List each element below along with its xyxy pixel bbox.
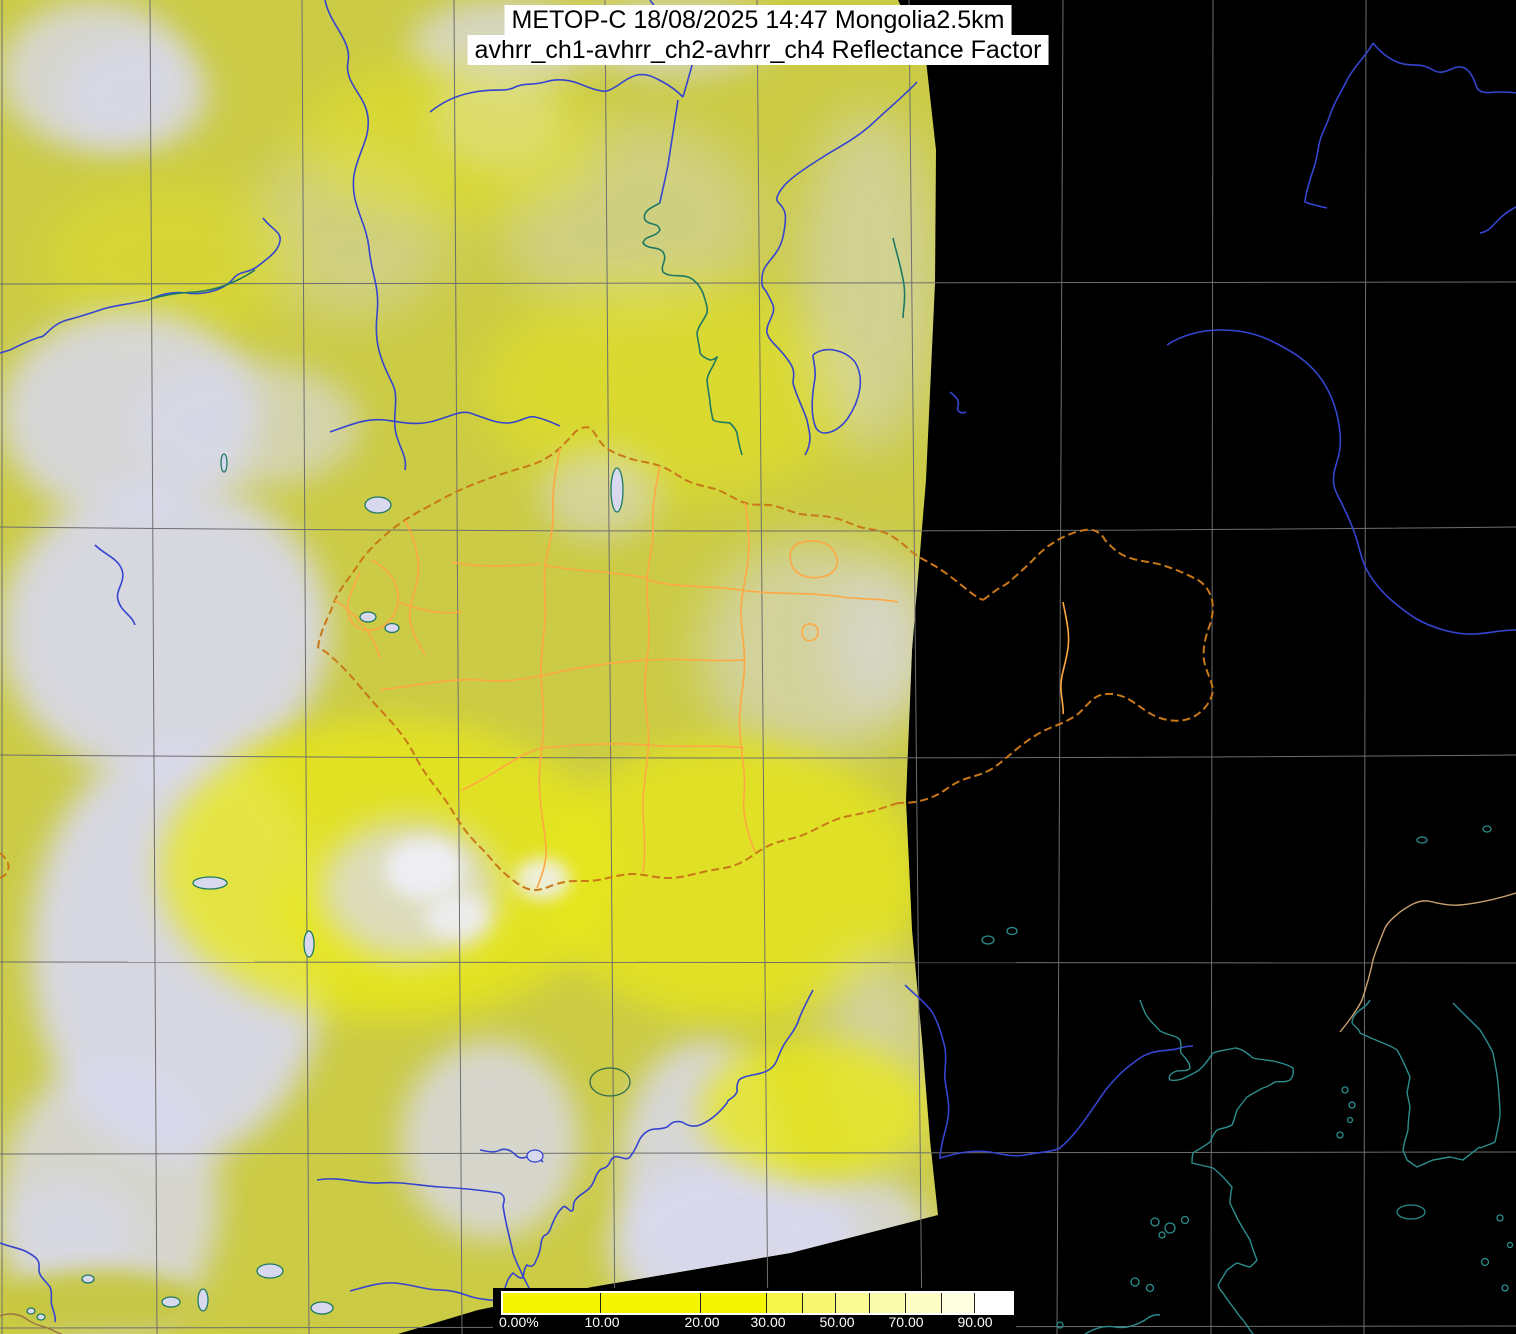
colorbar-label-0: 0.00% (499, 1314, 539, 1330)
borders-province (334, 447, 1070, 889)
colorbar-label-50: 50.00 (819, 1314, 855, 1330)
graticule-grid (0, 0, 1516, 1334)
coastlines-teal (1056, 999, 1514, 1334)
colorbar-label-30: 30.00 (750, 1314, 786, 1330)
colorbar-label-20: 20.00 (684, 1314, 720, 1330)
reflectance-colorbar: 0.00% 10.00 20.00 30.00 50.00 70.00 90.0… (493, 1288, 1016, 1334)
colorbar-label-10: 10.00 (584, 1314, 620, 1330)
image-title: METOP-C 18/08/2025 14:47 Mongolia2.5km a… (467, 5, 1049, 65)
border-tan-line (0, 892, 1516, 1334)
satellite-image-viewer: METOP-C 18/08/2025 14:47 Mongolia2.5km a… (0, 0, 1516, 1334)
map-overlay (0, 0, 1516, 1334)
title-line-2: avhrr_ch1-avhrr_ch2-avhrr_ch4 Reflectanc… (467, 35, 1049, 65)
colorbar-label-70: 70.00 (888, 1314, 924, 1330)
title-line-1: METOP-C 18/08/2025 14:47 Mongolia2.5km (504, 5, 1012, 35)
lakes (26, 453, 1492, 1321)
colorbar-gradient (501, 1291, 1014, 1315)
colorbar-label-90: 90.00 (957, 1314, 993, 1330)
border-national-mongolia (0, 426, 1215, 892)
rivers-blue (0, 0, 1516, 1323)
